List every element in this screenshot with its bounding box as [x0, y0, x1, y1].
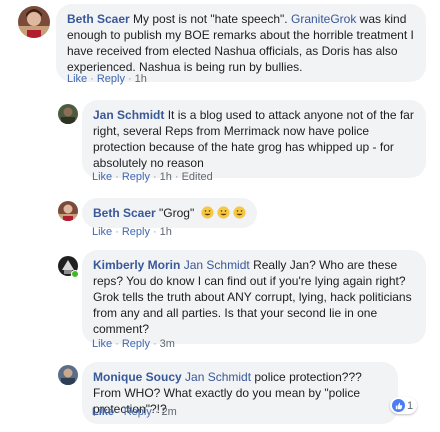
- comment-bubble: Kimberly Morin Jan Schmidt Really Jan? W…: [82, 250, 426, 344]
- comment-text: My post is not "hate speech".: [129, 12, 291, 26]
- mention-link[interactable]: Jan Schmidt: [185, 370, 251, 384]
- like-button[interactable]: Like: [92, 226, 112, 238]
- grinning-face-icon: [200, 206, 214, 219]
- like-button[interactable]: Like: [67, 73, 87, 85]
- reaction-count-badge[interactable]: 1: [390, 397, 418, 414]
- profile-photo-icon: [58, 365, 78, 385]
- comment-timestamp[interactable]: 1h: [160, 226, 172, 238]
- like-button[interactable]: Like: [92, 406, 114, 418]
- reaction-count: 1: [407, 399, 414, 412]
- reply-button[interactable]: Reply: [124, 406, 152, 418]
- comment-actions: Like · Reply · 2m: [92, 406, 177, 418]
- comment-actions: Like · Reply · 3m: [92, 338, 175, 350]
- like-icon: [392, 399, 405, 412]
- avatar[interactable]: [58, 365, 78, 385]
- comment-5: Monique Soucy Jan Schmidt police protect…: [0, 360, 440, 432]
- avatar[interactable]: [58, 104, 78, 124]
- comment-author[interactable]: Kimberly Morin: [93, 258, 180, 272]
- comment-timestamp[interactable]: 2m: [161, 406, 176, 418]
- grinning-face-icon: [216, 206, 230, 219]
- comment-author[interactable]: Monique Soucy: [93, 370, 182, 384]
- profile-photo-icon: [58, 104, 78, 124]
- profile-photo-icon: [58, 201, 78, 221]
- mention-link[interactable]: GraniteGrok: [291, 12, 356, 26]
- reply-button[interactable]: Reply: [122, 171, 150, 183]
- avatar[interactable]: [18, 6, 50, 38]
- comment-actions: Like · Reply · 1h: [67, 73, 147, 85]
- avatar[interactable]: [58, 201, 78, 221]
- comment-1: Beth Scaer My post is not "hate speech".…: [0, 0, 440, 90]
- edited-label[interactable]: Edited: [182, 171, 213, 183]
- comment-author[interactable]: Beth Scaer: [93, 206, 156, 220]
- comment-actions: Like · Reply · 1h: [92, 226, 172, 238]
- like-button[interactable]: Like: [92, 338, 112, 350]
- comment-timestamp[interactable]: 3m: [160, 338, 175, 350]
- online-status-icon: [71, 270, 79, 278]
- comment-timestamp[interactable]: 1h: [135, 73, 147, 85]
- comment-3: Beth Scaer "Grog" Like · Reply · 1h: [0, 196, 440, 242]
- reply-button[interactable]: Reply: [122, 226, 150, 238]
- profile-photo-icon: [18, 6, 50, 38]
- reply-button[interactable]: Reply: [97, 73, 125, 85]
- mention-link[interactable]: Jan Schmidt: [184, 258, 250, 272]
- comment-actions: Like · Reply · 1h · Edited: [92, 171, 213, 183]
- comment-bubble: Beth Scaer "Grog": [82, 198, 257, 228]
- comment-author[interactable]: Beth Scaer: [67, 12, 130, 26]
- comment-4: Kimberly Morin Jan Schmidt Really Jan? W…: [0, 248, 440, 358]
- comment-2: Jan Schmidt It is a blog used to attack …: [0, 96, 440, 190]
- comment-timestamp[interactable]: 1h: [160, 171, 172, 183]
- comment-bubble: Beth Scaer My post is not "hate speech".…: [56, 4, 426, 82]
- comment-text: "Grog": [155, 206, 195, 220]
- comment-author[interactable]: Jan Schmidt: [93, 108, 164, 122]
- reply-button[interactable]: Reply: [122, 338, 150, 350]
- grinning-face-icon: [232, 206, 246, 219]
- like-button[interactable]: Like: [92, 171, 112, 183]
- comment-bubble: Jan Schmidt It is a blog used to attack …: [82, 100, 426, 178]
